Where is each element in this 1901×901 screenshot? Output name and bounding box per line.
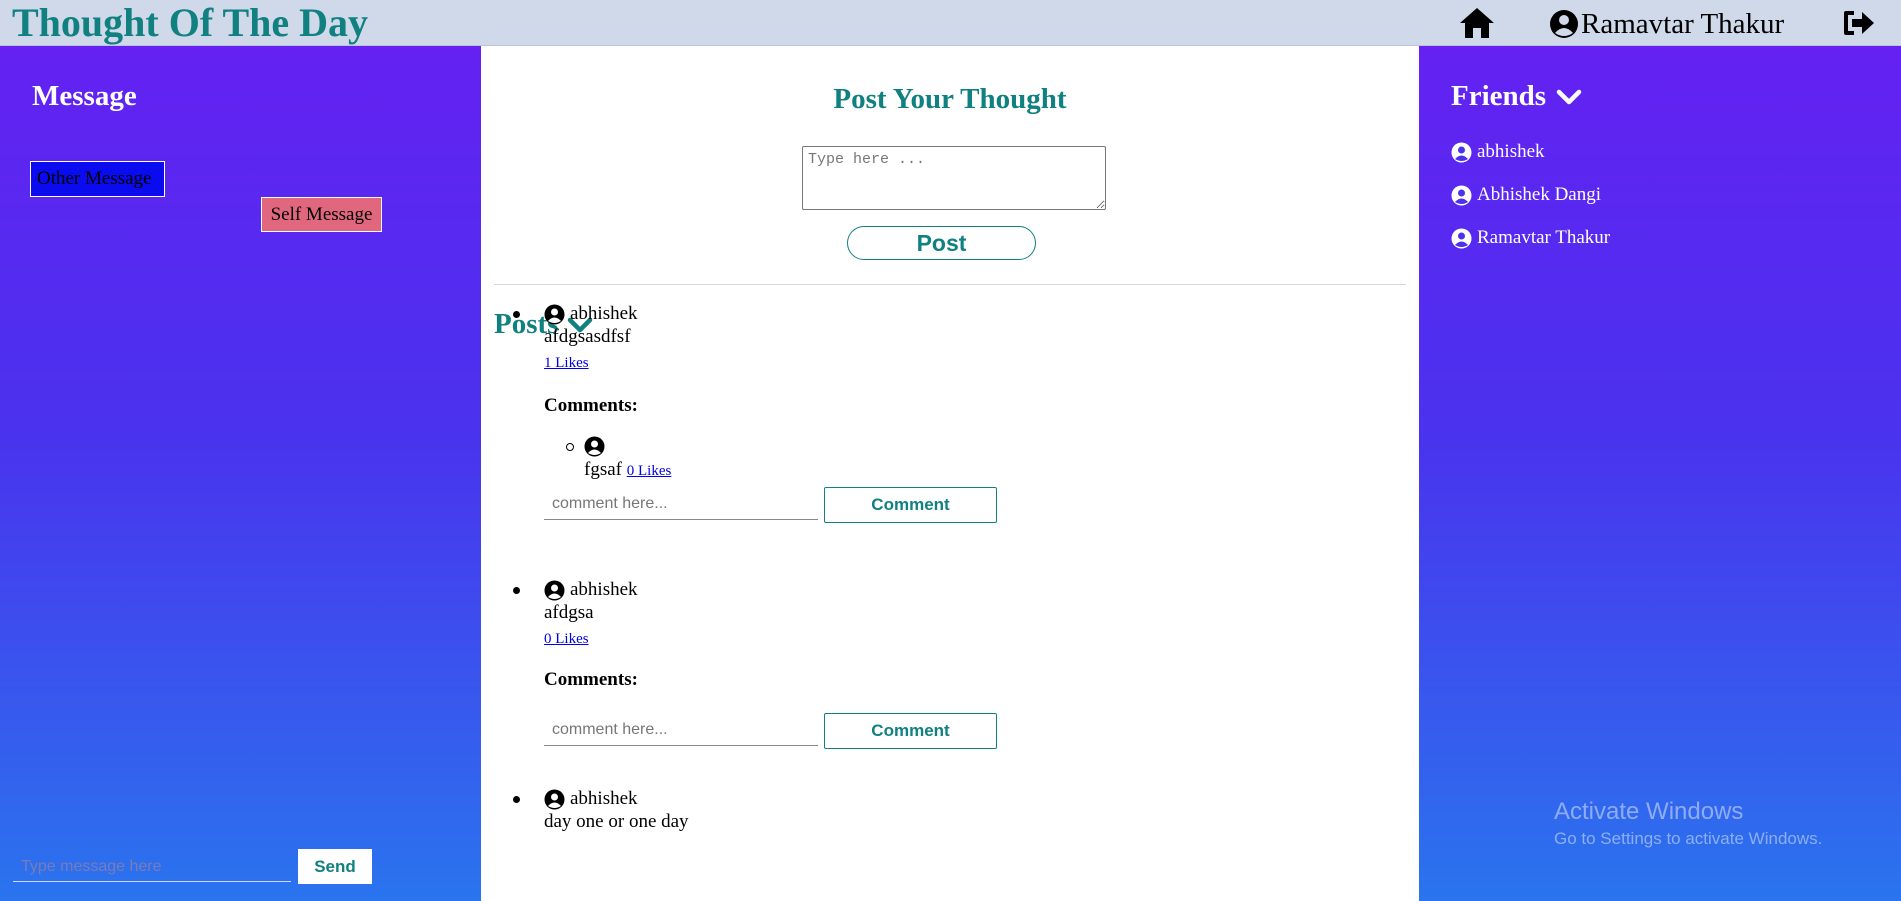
user-circle-icon	[1550, 10, 1578, 38]
post-author: abhishek	[544, 579, 638, 601]
post-likes-link[interactable]: 1 Likes	[544, 355, 589, 371]
message-input[interactable]	[13, 852, 291, 882]
comments-label: Comments:	[544, 669, 638, 690]
post-item: abhishek afdgsa 0 Likes Comments: Commen…	[513, 579, 1113, 759]
friend-name: abhishek	[1477, 141, 1545, 162]
app-title: Thought Of The Day	[12, 0, 369, 45]
message-panel: Message Other Message Self Message Send	[0, 46, 481, 901]
comment-text: fgsaf	[584, 459, 622, 480]
post-author: abhishek	[544, 303, 638, 325]
friends-heading-label: Friends	[1451, 80, 1547, 112]
friend-item[interactable]: abhishek	[1451, 141, 1545, 163]
post-author-name: abhishek	[570, 579, 638, 600]
username: Ramavtar Thakur	[1581, 7, 1785, 40]
post-author-name: abhishek	[570, 303, 638, 324]
top-navbar: Thought Of The Day Ramavtar Thakur	[0, 0, 1901, 46]
list-bullet	[513, 587, 520, 594]
post-item: abhishek day one or one day	[513, 788, 1113, 848]
user-profile[interactable]: Ramavtar Thakur	[1549, 6, 1784, 42]
user-circle-icon	[584, 436, 605, 457]
message-heading: Message	[32, 80, 137, 112]
list-bullet	[566, 443, 574, 451]
list-bullet	[513, 796, 520, 803]
post-text: afdgsa	[544, 602, 594, 623]
comment-likes-link[interactable]: 0 Likes	[627, 463, 672, 479]
comment-item: fgsaf 0 Likes	[566, 436, 884, 480]
friends-panel: Friends abhishek Abhishek Dangi Ramavtar…	[1419, 46, 1901, 901]
send-button[interactable]: Send	[298, 849, 372, 884]
post-author-name: abhishek	[570, 788, 638, 809]
user-circle-icon	[1451, 142, 1472, 162]
comment-input[interactable]	[544, 489, 818, 520]
thought-textarea[interactable]	[802, 146, 1106, 210]
post-author: abhishek	[544, 788, 638, 810]
main-feed: Post Your Thought Post Posts abhishek af…	[481, 46, 1419, 901]
user-circle-icon	[544, 580, 565, 600]
post-text: afdgsasdfsf	[544, 326, 631, 347]
other-message-bubble: Other Message	[30, 161, 165, 197]
chevron-down-icon	[1556, 89, 1582, 104]
post-likes-link[interactable]: 0 Likes	[544, 631, 589, 647]
logout-icon[interactable]	[1842, 8, 1876, 38]
list-bullet	[513, 311, 520, 318]
activate-windows-watermark: Activate Windows Go to Settings to activ…	[1554, 797, 1822, 851]
user-circle-icon	[1451, 228, 1472, 248]
friend-name: Ramavtar Thakur	[1477, 227, 1611, 248]
divider	[494, 284, 1406, 285]
watermark-subtitle: Go to Settings to activate Windows.	[1554, 829, 1823, 848]
post-thought-heading: Post Your Thought	[833, 83, 1067, 115]
friend-item[interactable]: Abhishek Dangi	[1451, 184, 1601, 206]
post-button[interactable]: Post	[847, 226, 1036, 260]
watermark-title: Activate Windows	[1554, 798, 1744, 825]
user-circle-icon	[544, 304, 565, 324]
comments-label: Comments:	[544, 395, 638, 416]
comment-button[interactable]: Comment	[824, 487, 997, 523]
post-item: abhishek afdgsasdfsf 1 Likes Comments: f…	[513, 303, 1113, 523]
post-text: day one or one day	[544, 811, 689, 832]
user-circle-icon	[1451, 185, 1472, 205]
home-icon[interactable]	[1459, 7, 1495, 39]
self-message-bubble: Self Message	[261, 197, 382, 232]
friend-item[interactable]: Ramavtar Thakur	[1451, 227, 1610, 249]
user-circle-icon	[544, 789, 565, 809]
comment-button[interactable]: Comment	[824, 713, 997, 749]
comment-input[interactable]	[544, 715, 818, 746]
friend-name: Abhishek Dangi	[1477, 184, 1602, 205]
friends-heading[interactable]: Friends	[1451, 80, 1582, 113]
